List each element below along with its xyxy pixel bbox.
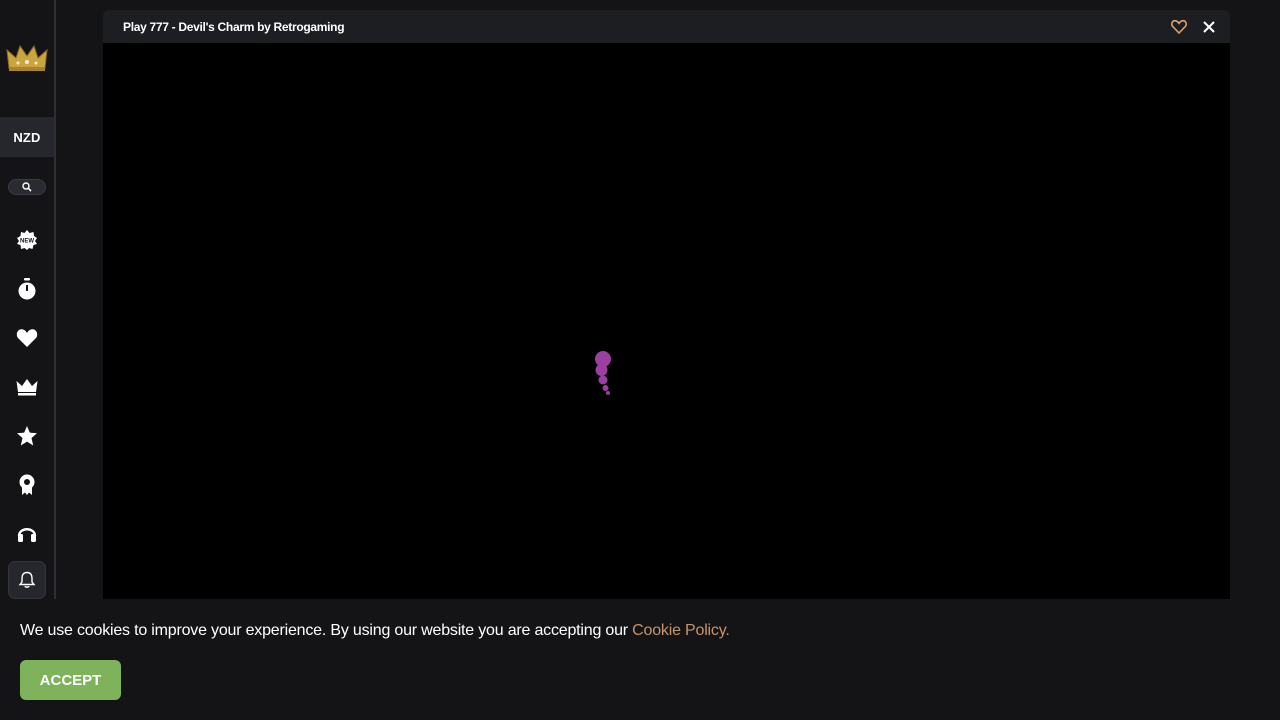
cookie-message: We use cookies to improve your experienc… [20, 622, 730, 640]
bell-icon [18, 571, 36, 588]
accept-cookies-button[interactable]: ACCEPT [20, 660, 121, 700]
award-ribbon-icon [19, 474, 35, 495]
currency-selector[interactable]: NZD [0, 117, 54, 157]
heart-outline-icon [1171, 19, 1187, 35]
nav-vip[interactable] [15, 375, 39, 399]
game-canvas[interactable] [103, 43, 1230, 610]
nav-promotions[interactable] [15, 473, 39, 497]
crown-logo[interactable] [6, 42, 48, 74]
loading-spinner [591, 348, 615, 398]
nav-recent[interactable] [15, 277, 39, 301]
new-badge-icon: NEW [17, 230, 37, 250]
star-icon [17, 426, 37, 446]
game-title: Play 777 - Devil's Charm by Retrogaming [123, 20, 345, 34]
heart-icon [16, 329, 38, 347]
game-window: Play 777 - Devil's Charm by Retrogaming [103, 10, 1230, 610]
crown-icon [16, 379, 38, 396]
cookie-message-text: We use cookies to improve your experienc… [20, 622, 633, 639]
search-icon [22, 182, 32, 192]
search-button[interactable] [8, 179, 46, 195]
nav-new-games[interactable]: NEW [15, 228, 39, 252]
svg-text:NEW: NEW [20, 239, 34, 245]
game-titlebar: Play 777 - Devil's Charm by Retrogaming [103, 10, 1230, 43]
favorite-button[interactable] [1171, 19, 1187, 35]
notifications-button[interactable] [8, 561, 46, 599]
nav-featured[interactable] [15, 424, 39, 448]
headset-icon [17, 528, 37, 542]
stopwatch-icon [18, 278, 36, 300]
currency-label: NZD [13, 129, 41, 145]
nav-support[interactable] [15, 522, 39, 546]
cookie-policy-link[interactable]: Cookie Policy. [632, 622, 730, 639]
close-icon [1203, 21, 1215, 33]
close-game-button[interactable] [1201, 19, 1217, 35]
nav-favorites[interactable] [15, 326, 39, 350]
cookie-banner: We use cookies to improve your experienc… [0, 599, 1280, 720]
